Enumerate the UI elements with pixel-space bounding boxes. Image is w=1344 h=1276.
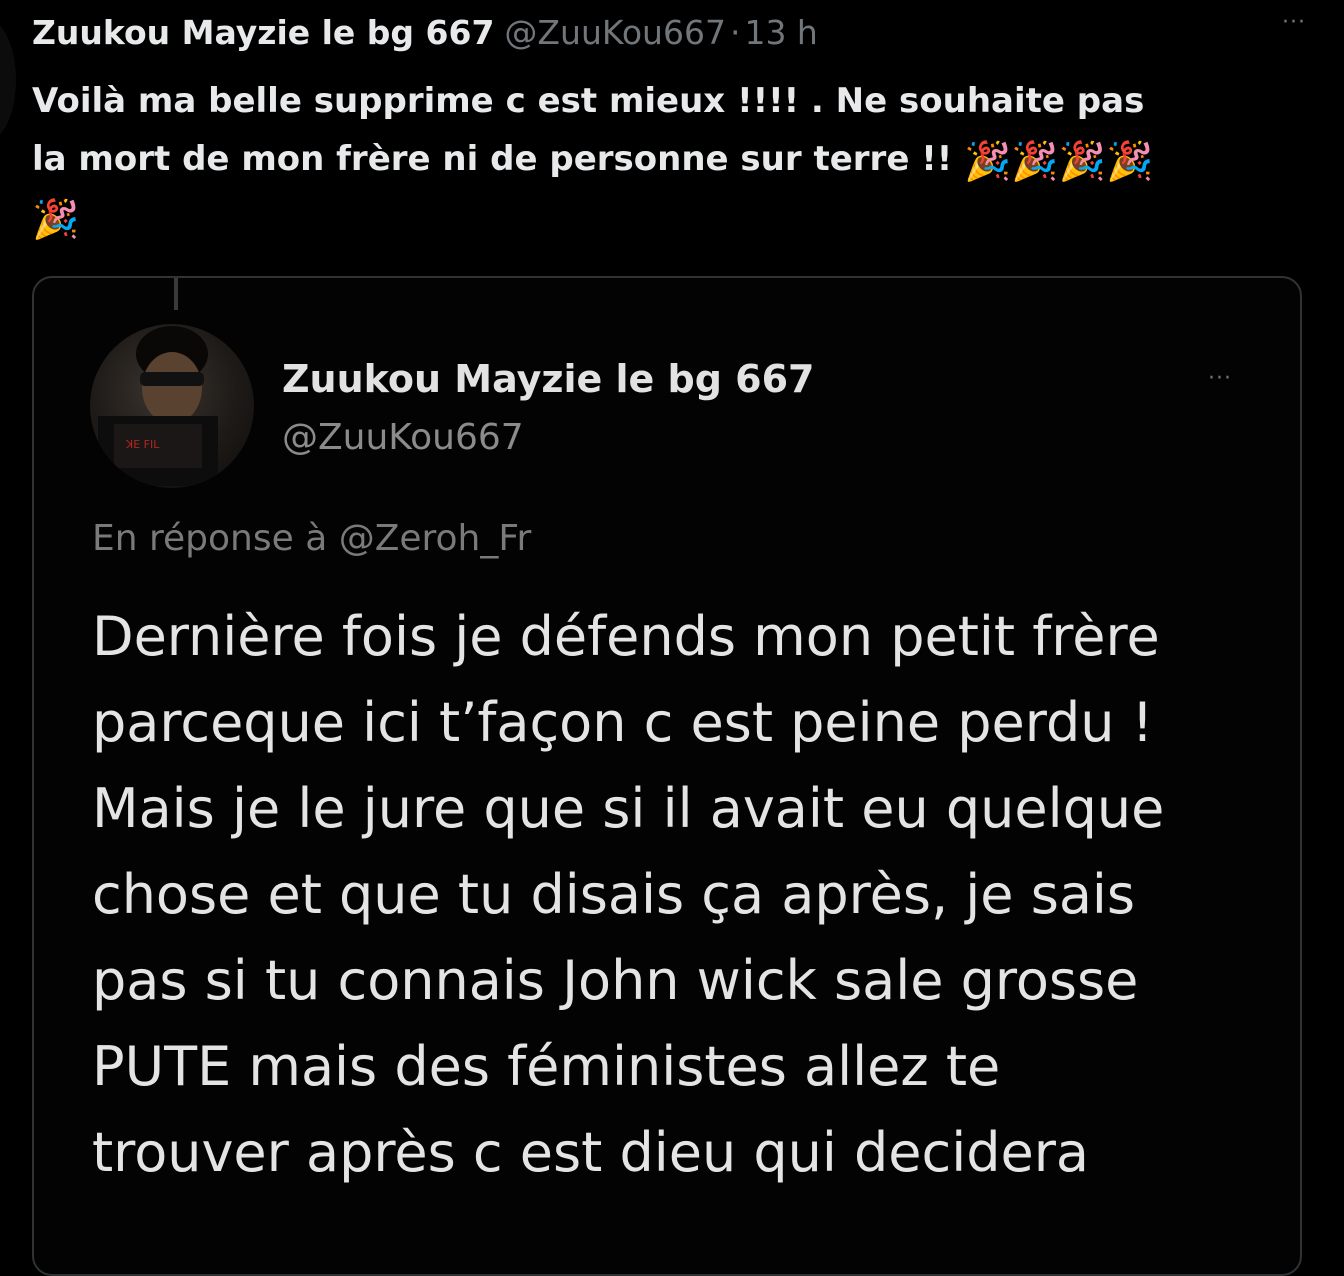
quoted-body-line: pas si tu connais John wick sale grosse: [92, 949, 1139, 1012]
party-popper-icon: 🎉: [1106, 139, 1154, 183]
separator-dot: ·: [729, 13, 741, 52]
quoted-tweet-card[interactable]: ꓘE FIL Zuukou Mayzie le bg 667 @ZuuKou66…: [32, 276, 1302, 1276]
svg-text:ꓘE FIL: ꓘE FIL: [125, 438, 160, 451]
tweet-text-line-3: 🎉: [32, 188, 1312, 246]
quoted-more-options-icon[interactable]: ···: [1208, 364, 1232, 394]
quoted-body-line: Mais je le jure que si il avait eu quelq…: [92, 777, 1165, 840]
quoted-author-avatar[interactable]: ꓘE FIL: [90, 324, 254, 488]
party-popper-icon: 🎉: [1058, 139, 1107, 183]
tweet-text-line-2: la mort de mon frère ni de personne sur …: [32, 130, 1312, 188]
quoted-body-line: PUTE mais des féministes allez te: [92, 1035, 1001, 1098]
quoted-body-line: Dernière fois je défends mon petit frère: [92, 605, 1160, 668]
author-name[interactable]: Zuukou Mayzie le bg 667: [32, 10, 494, 56]
tweet-text: Voilà ma belle supprime c est mieux !!!!…: [32, 72, 1312, 246]
more-options-icon[interactable]: ···: [1282, 8, 1306, 38]
party-popper-icon: 🎉: [32, 197, 80, 241]
quoted-tweet-body: Dernière fois je défends mon petit frère…: [92, 594, 1272, 1196]
reply-context: En réponse à @Zeroh_Fr: [92, 518, 532, 559]
tweet-text-line-2-text: la mort de mon frère ni de personne sur …: [32, 139, 965, 179]
tweet-text-line-1: Voilà ma belle supprime c est mieux !!!!…: [32, 81, 1145, 121]
quoted-body-line: parceque ici t’façon c est peine perdu !: [92, 691, 1154, 754]
quoted-body-line: chose et que tu disais ça après, je sais: [92, 863, 1136, 926]
avatar-photo: ꓘE FIL: [98, 326, 218, 486]
thread-line: [174, 278, 178, 310]
party-popper-icon: 🎉: [964, 139, 1012, 183]
author-handle[interactable]: @ZuuKou667: [504, 10, 726, 56]
author-avatar[interactable]: [0, 20, 16, 140]
tweet-header: Zuukou Mayzie le bg 667 @ZuuKou667 · 13 …: [32, 10, 818, 56]
tweet-timestamp[interactable]: 13 h: [744, 10, 817, 56]
quoted-body-line: trouver après c est dieu qui decidera: [92, 1121, 1089, 1184]
quoted-author-handle[interactable]: @ZuuKou667: [282, 414, 524, 462]
quoted-author-name[interactable]: Zuukou Mayzie le bg 667: [282, 354, 814, 404]
party-popper-icon: 🎉: [1011, 139, 1059, 183]
